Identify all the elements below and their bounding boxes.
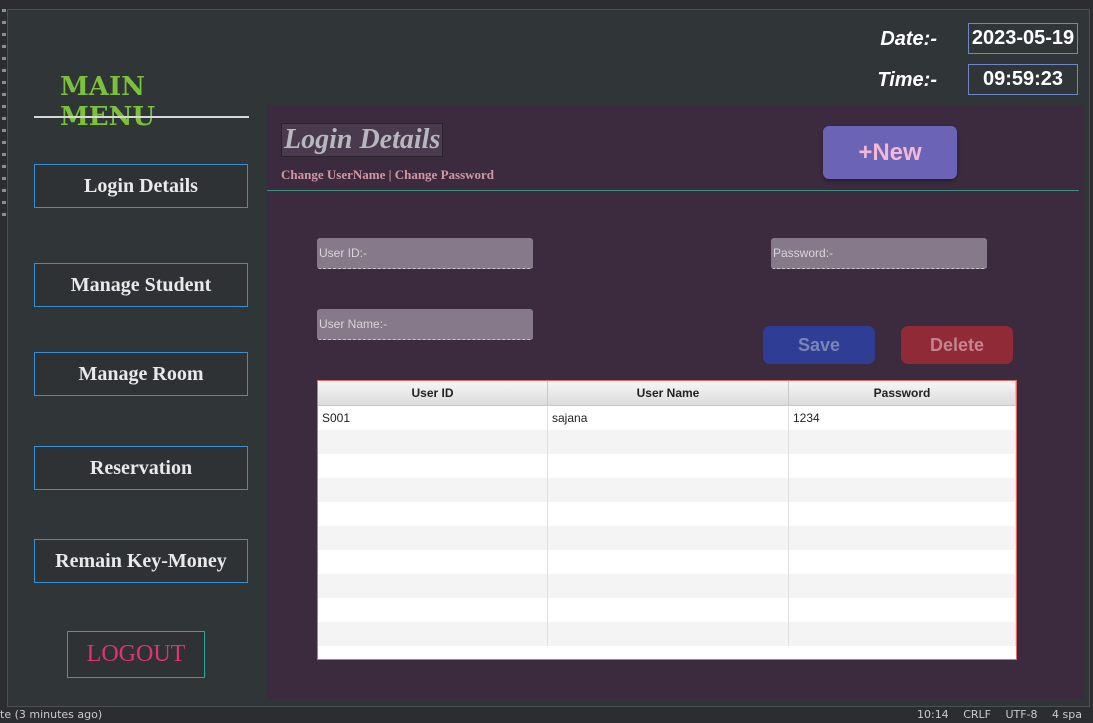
table-header: User ID User Name Password xyxy=(318,381,1016,406)
ide-status-bar: te (3 minutes ago) 10:14 CRLF UTF-8 4 sp… xyxy=(0,707,1093,723)
table-row-empty xyxy=(318,574,1016,598)
main-menu-title: MAIN MENU xyxy=(60,72,156,132)
user-id-field[interactable] xyxy=(317,238,533,269)
table-cell: 1234 xyxy=(789,406,1016,430)
table-row-empty xyxy=(318,598,1016,622)
nav-remain-key-money-button[interactable]: Remain Key-Money xyxy=(34,539,248,583)
cursor-position[interactable]: 10:14 xyxy=(917,708,949,721)
table-cell: sajana xyxy=(548,406,789,430)
indent-setting[interactable]: 4 spa xyxy=(1052,708,1082,721)
table-row-empty xyxy=(318,526,1016,550)
app-window: MAIN MENU Login Details Manage Student M… xyxy=(7,9,1090,707)
user-table[interactable]: User ID User Name Password S001 sajana 1… xyxy=(317,380,1017,660)
table-row[interactable]: S001 sajana 1234 xyxy=(318,406,1016,430)
panel-title: Login Details xyxy=(281,123,444,157)
table-row-empty xyxy=(318,550,1016,574)
password-field[interactable] xyxy=(771,238,987,269)
column-header-user-id[interactable]: User ID xyxy=(318,381,548,405)
nav-login-details-button[interactable]: Login Details xyxy=(34,164,248,208)
table-row-empty xyxy=(318,454,1016,478)
nav-reservation-button[interactable]: Reservation xyxy=(34,446,248,490)
table-row-empty xyxy=(318,502,1016,526)
save-button[interactable]: Save xyxy=(763,326,875,364)
table-row-empty xyxy=(318,430,1016,454)
column-header-password[interactable]: Password xyxy=(789,381,1016,405)
panel-divider xyxy=(267,190,1079,191)
date-label: Date:- xyxy=(880,28,937,50)
date-display: 2023-05-19 xyxy=(968,23,1078,54)
logout-button[interactable]: LOGOUT xyxy=(67,631,205,678)
column-header-user-name[interactable]: User Name xyxy=(548,381,789,405)
delete-button[interactable]: Delete xyxy=(901,326,1013,364)
login-details-panel: Login Details Change UserName | Change P… xyxy=(267,105,1084,699)
status-right: 10:14 CRLF UTF-8 4 spa xyxy=(917,707,1093,723)
table-body: S001 sajana 1234 xyxy=(318,406,1016,646)
file-encoding[interactable]: UTF-8 xyxy=(1005,708,1037,721)
nav-manage-student-button[interactable]: Manage Student xyxy=(34,263,248,307)
time-label: Time:- xyxy=(877,69,937,91)
user-name-field[interactable] xyxy=(317,309,533,340)
line-ending[interactable]: CRLF xyxy=(963,708,991,721)
panel-subtitle: Change UserName | Change Password xyxy=(281,167,495,182)
menu-divider xyxy=(34,116,249,118)
time-display: 09:59:23 xyxy=(968,64,1078,95)
status-left-text: te (3 minutes ago) xyxy=(0,708,103,721)
table-cell: S001 xyxy=(318,406,548,430)
nav-manage-room-button[interactable]: Manage Room xyxy=(34,352,248,396)
new-button[interactable]: +New xyxy=(823,126,957,179)
table-row-empty xyxy=(318,478,1016,502)
table-row-empty xyxy=(318,622,1016,646)
